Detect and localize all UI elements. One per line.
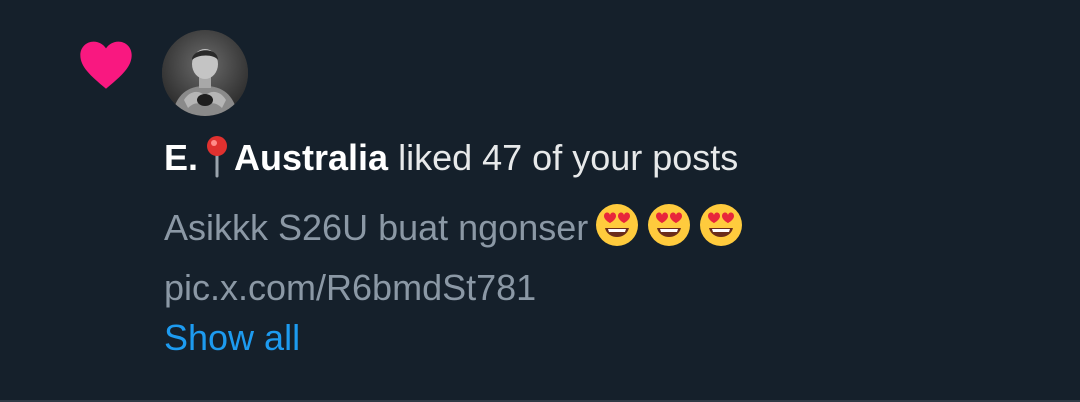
avatar[interactable] bbox=[162, 30, 248, 116]
post-link[interactable]: pic.x.com/R6bmdSt781 bbox=[164, 267, 536, 308]
user-location: Australia bbox=[234, 137, 389, 178]
post-preview[interactable]: Asikkk S26U buat ngonser pic.x.com/R6bmdS… bbox=[164, 202, 1044, 314]
smiling-face-with-heart-eyes-icon bbox=[648, 204, 691, 246]
smiling-face-with-heart-eyes-icon bbox=[700, 204, 743, 246]
show-all-link[interactable]: Show all bbox=[164, 312, 300, 364]
heart-icon bbox=[80, 41, 132, 89]
like-notification[interactable]: E. Australia liked 47 of your posts Asikk… bbox=[0, 0, 1080, 402]
round-pushpin-icon bbox=[207, 136, 228, 178]
smiling-face-with-heart-eyes-icon bbox=[596, 204, 639, 246]
emoji-row bbox=[594, 202, 750, 262]
user-name: E. bbox=[164, 137, 199, 178]
avatar-photo bbox=[162, 30, 248, 116]
user-name-link[interactable]: E. Australia bbox=[164, 136, 389, 178]
action-text: liked 47 of your posts bbox=[388, 137, 739, 178]
post-text: Asikkk S26U buat ngonser bbox=[164, 207, 589, 248]
notification-headline: E. Australia liked 47 of your posts bbox=[164, 132, 738, 184]
